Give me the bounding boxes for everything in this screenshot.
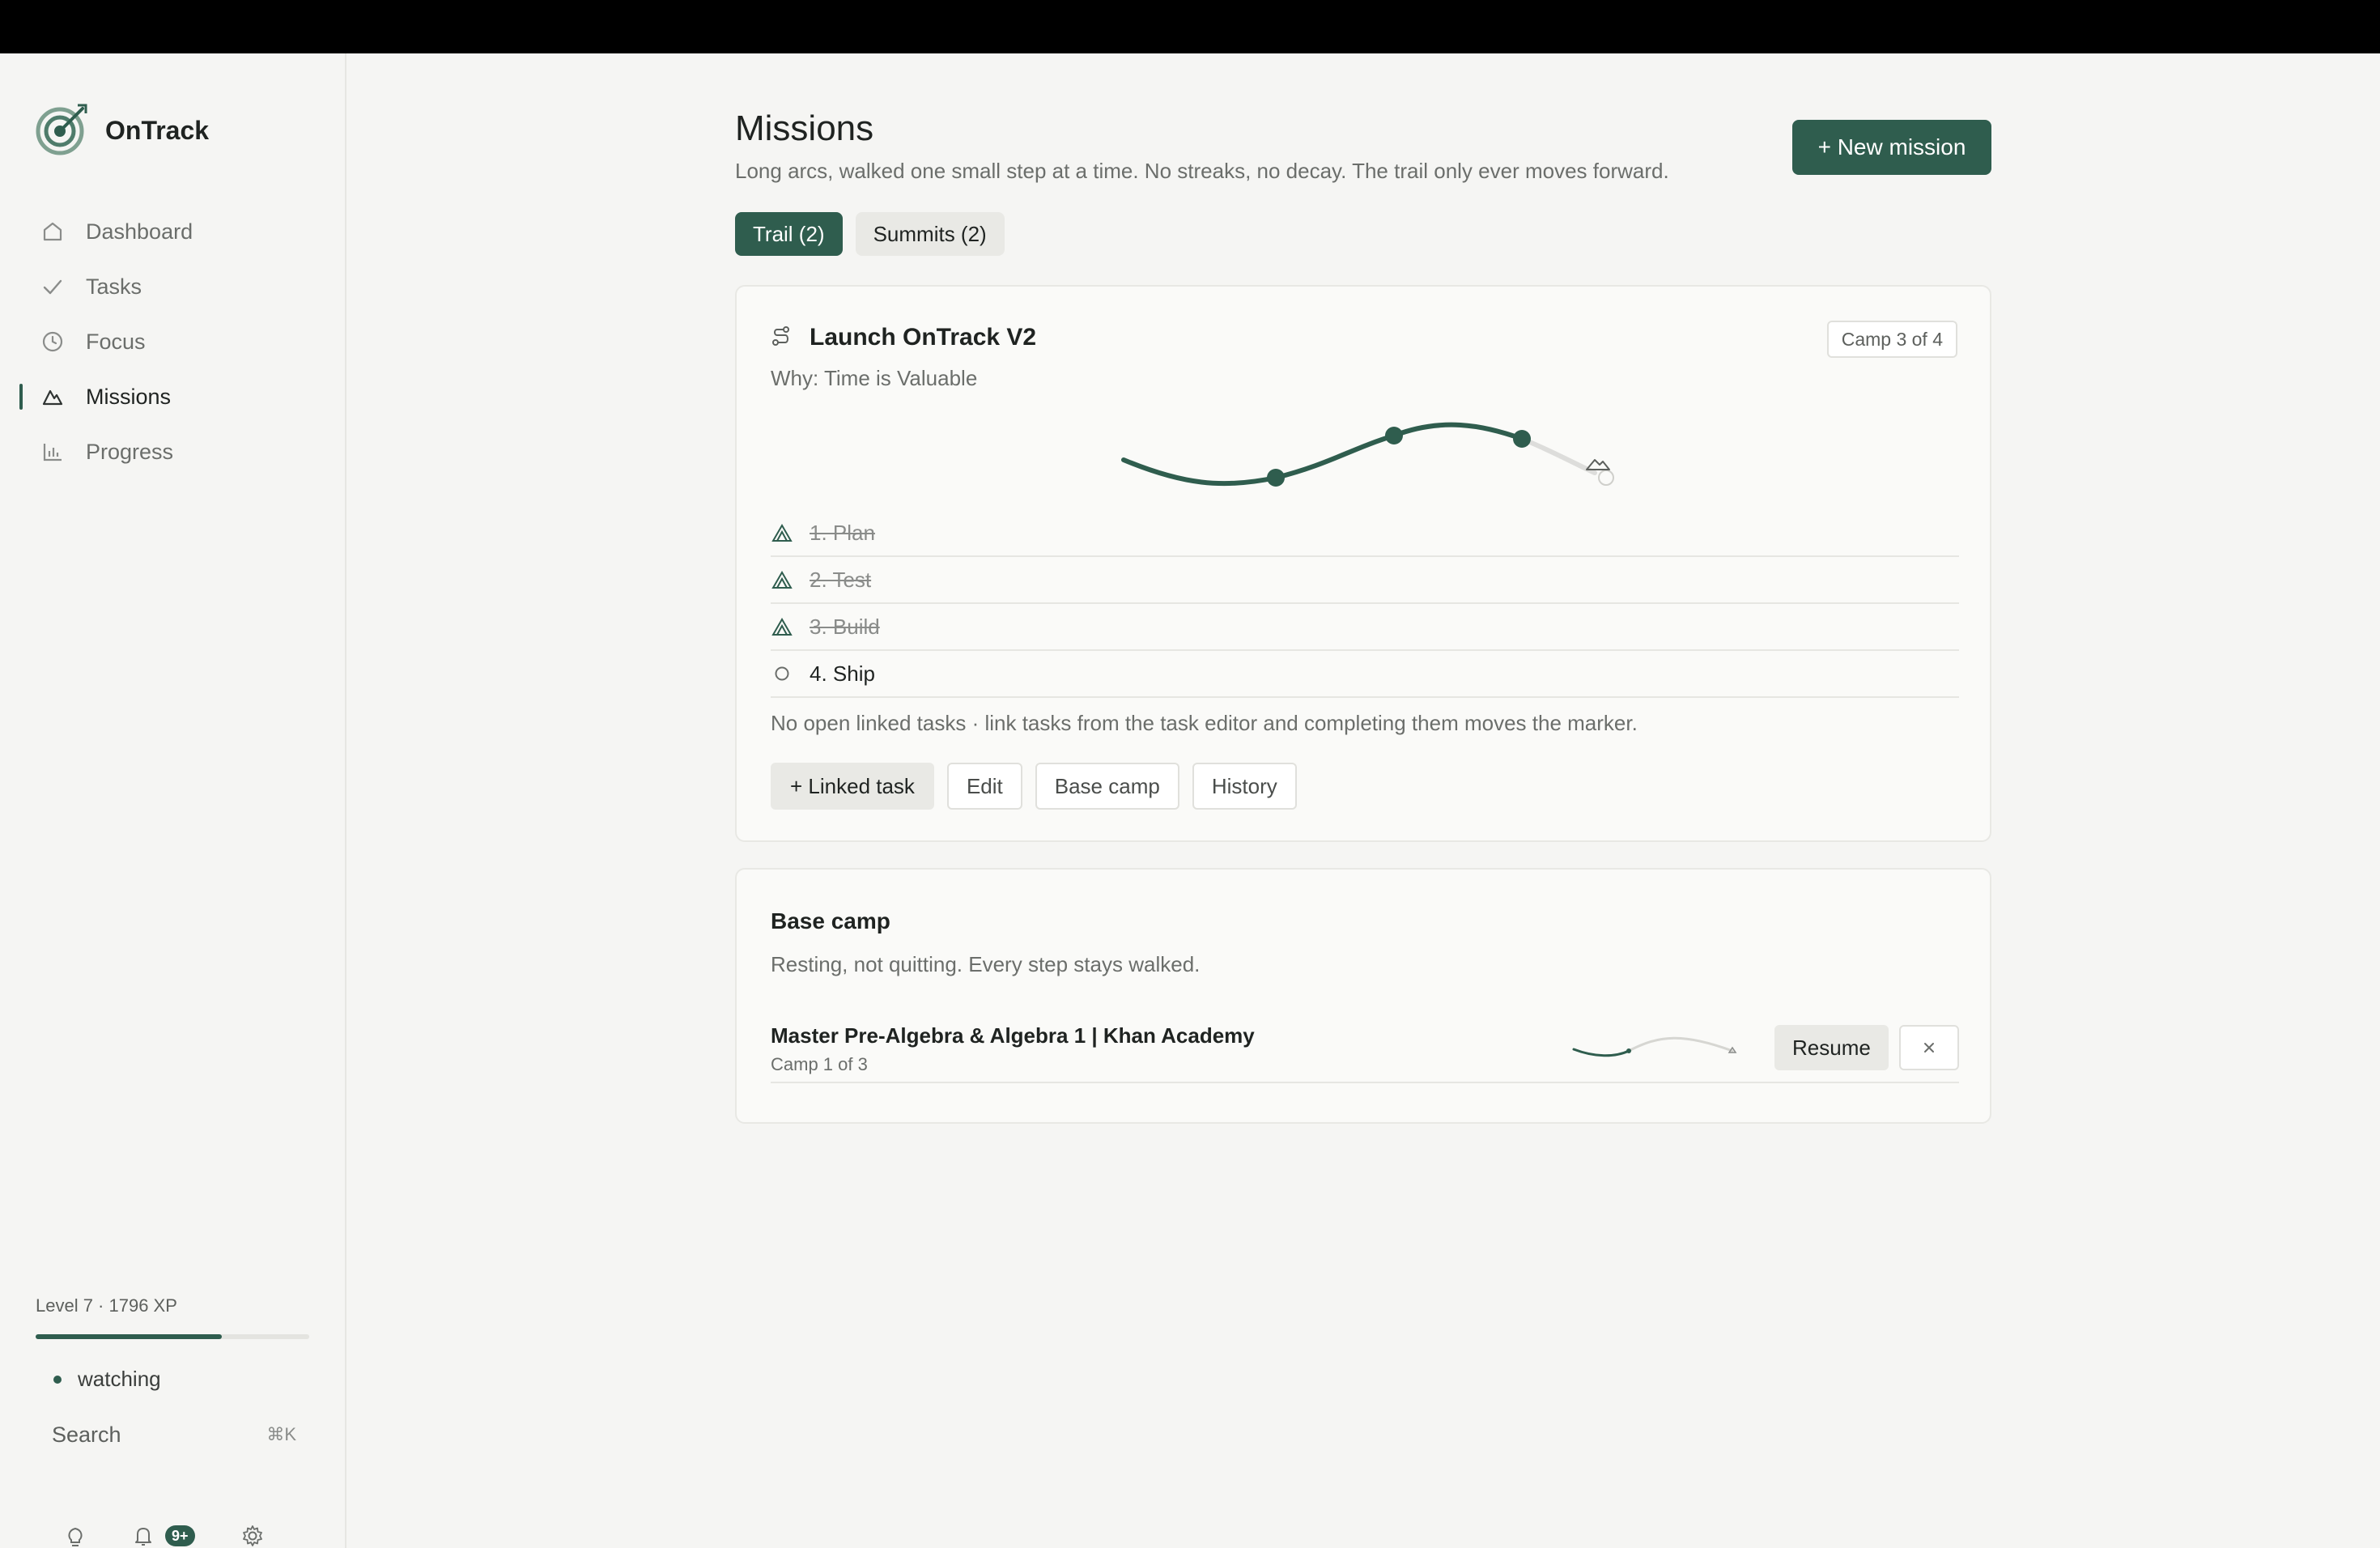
status-indicator[interactable]: watching	[53, 1367, 161, 1392]
xp-progress-bar	[36, 1334, 309, 1339]
brand[interactable]: OnTrack	[36, 102, 209, 159]
sidebar-item-progress[interactable]: Progress	[0, 424, 345, 479]
bell-icon[interactable]	[130, 1522, 157, 1548]
base-camp-mission-name[interactable]: Master Pre-Algebra & Algebra 1 | Khan Ac…	[771, 1023, 1255, 1048]
sidebar-item-tasks[interactable]: Tasks	[0, 259, 345, 314]
base-camp-mission-camp: Camp 1 of 3	[771, 1054, 868, 1074]
mission-note: No open linked tasks · link tasks from t…	[771, 711, 1638, 735]
camp-row[interactable]: 4. Ship	[771, 651, 1959, 698]
mission-tabs: Trail (2) Summits (2)	[735, 212, 1005, 256]
camp-list: 1. Plan 2. Test 3. Build 4. Ship	[771, 510, 1959, 698]
camp-label: 4. Ship	[810, 661, 875, 686]
camp-done-icon	[771, 570, 793, 589]
status-dot-icon	[53, 1375, 62, 1384]
base-camp-card: Base camp Resting, not quitting. Every s…	[735, 868, 1991, 1124]
sidebar-item-missions[interactable]: Missions	[0, 369, 345, 424]
search-shortcut: ⌘K	[266, 1424, 296, 1444]
camp-row[interactable]: 1. Plan	[771, 510, 1959, 557]
xp-progress-fill	[36, 1334, 222, 1339]
mission-header: Launch OnTrack V2	[771, 324, 1036, 351]
app-name: OnTrack	[105, 116, 210, 145]
camp-row[interactable]: 3. Build	[771, 604, 1959, 651]
check-icon	[40, 274, 65, 299]
sidebar-item-label: Missions	[86, 384, 172, 409]
lightbulb-icon[interactable]	[62, 1522, 89, 1548]
trail-current-marker	[1513, 430, 1531, 448]
camp-row[interactable]: 2. Test	[771, 557, 1959, 604]
new-mission-button[interactable]: + New mission	[1792, 120, 1991, 175]
target-logo-icon	[36, 102, 89, 159]
sidebar-item-label: Dashboard	[86, 219, 193, 244]
mission-title[interactable]: Launch OnTrack V2	[810, 324, 1036, 351]
camp-label: 3. Build	[810, 614, 880, 639]
status-text: watching	[78, 1367, 161, 1391]
tab-trail[interactable]: Trail (2)	[735, 212, 843, 256]
trail-camp-marker	[1267, 469, 1285, 487]
level-xp-text: Level 7 · 1796 XP	[36, 1295, 177, 1316]
close-icon[interactable]	[1899, 1025, 1959, 1070]
tab-summits[interactable]: Summits (2)	[855, 212, 1005, 256]
trail-path-visual	[1121, 422, 1614, 487]
resume-button[interactable]: Resume	[1774, 1025, 1889, 1070]
utility-bar: 9+	[62, 1522, 266, 1548]
camp-badge: Camp 3 of 4	[1826, 321, 1957, 358]
mission-actions: + Linked task Edit Base camp History	[771, 763, 1297, 810]
sidebar-item-focus[interactable]: Focus	[0, 314, 345, 369]
mini-trail-visual	[1572, 1036, 1737, 1057]
clock-icon	[40, 330, 65, 354]
sidebar-nav: Dashboard Tasks Focus Missions Progress	[0, 204, 345, 479]
base-camp-title: Base camp	[771, 908, 890, 933]
notification-badge[interactable]: 9+	[165, 1525, 195, 1546]
gear-icon[interactable]	[239, 1522, 266, 1548]
page-subtitle: Long arcs, walked one small step at a ti…	[735, 159, 1669, 183]
mission-card: Launch OnTrack V2 Camp 3 of 4 Why: Time …	[735, 285, 1991, 842]
base-camp-subtitle: Resting, not quitting. Every step stays …	[771, 952, 1201, 976]
camp-done-icon	[771, 617, 793, 636]
base-camp-button[interactable]: Base camp	[1035, 763, 1179, 810]
camp-label: 1. Plan	[810, 520, 875, 545]
home-icon	[40, 219, 65, 244]
sidebar-item-label: Tasks	[86, 274, 142, 299]
sidebar-item-label: Focus	[86, 329, 146, 354]
mission-why: Why: Time is Valuable	[771, 366, 978, 390]
history-button[interactable]: History	[1192, 763, 1297, 810]
add-linked-task-button[interactable]: + Linked task	[771, 763, 934, 810]
bar-chart-icon	[40, 440, 65, 464]
camp-done-icon	[771, 523, 793, 542]
edit-button[interactable]: Edit	[946, 763, 1022, 810]
search-button[interactable]: Search ⌘K	[40, 1418, 296, 1451]
list-item: Master Pre-Algebra & Algebra 1 | Khan Ac…	[771, 1015, 1959, 1083]
search-label: Search	[52, 1422, 121, 1447]
camp-label: 2. Test	[810, 567, 872, 592]
route-icon	[771, 325, 792, 351]
sidebar: OnTrack Dashboard Tasks Focus Missions P…	[0, 53, 346, 1548]
mountain-icon	[40, 385, 65, 409]
page-title: Missions	[735, 108, 874, 148]
trail-camp-marker	[1385, 427, 1403, 444]
sidebar-item-dashboard[interactable]: Dashboard	[0, 204, 345, 259]
window-top-bar	[0, 0, 2380, 53]
sidebar-item-label: Progress	[86, 439, 174, 464]
trail-summit-marker	[1598, 470, 1614, 486]
camp-open-circle-icon	[771, 665, 793, 683]
